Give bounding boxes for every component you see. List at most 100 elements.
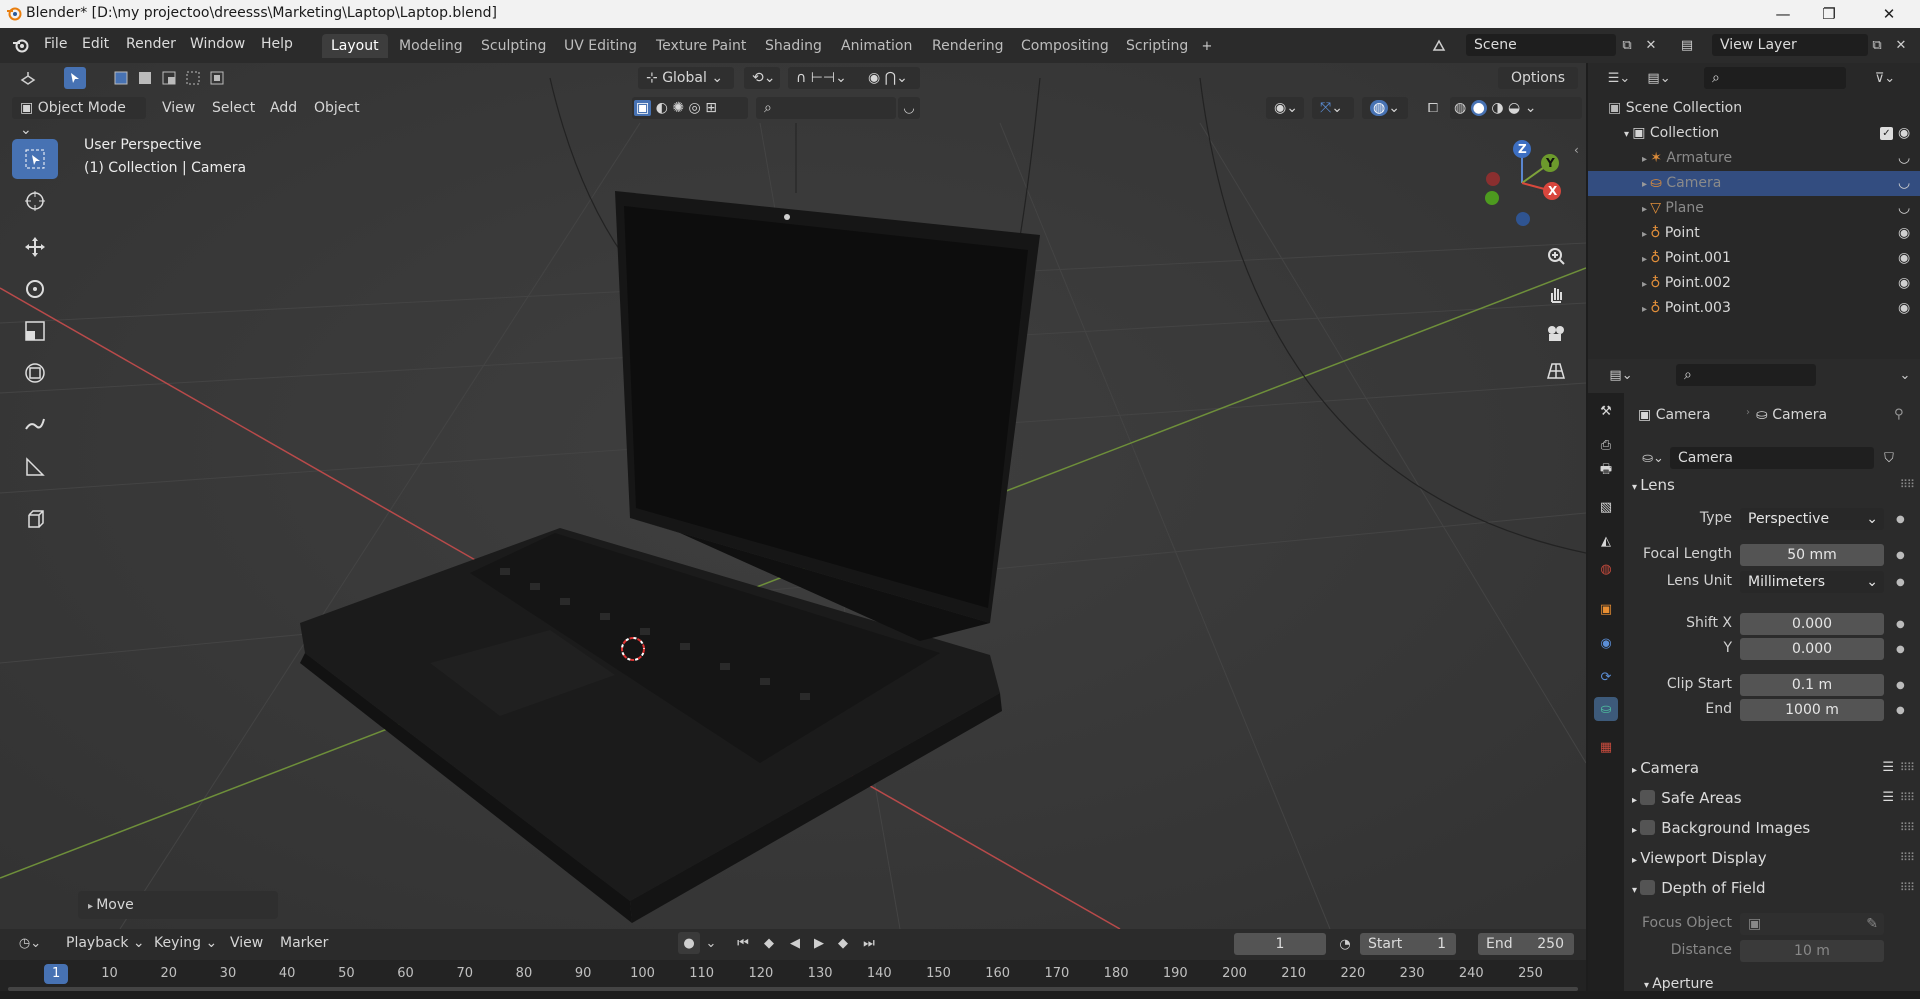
animate-property-icon[interactable]: ● (1896, 577, 1905, 588)
shift-y-field[interactable]: 0.000 (1740, 638, 1884, 660)
outliner-collection[interactable]: ▾ ▣ Collection ✓ ◉ (1588, 121, 1920, 146)
perspective-toggle-icon[interactable] (1540, 354, 1572, 386)
render-tab-icon[interactable]: ⎙ (1594, 433, 1618, 457)
timeline-scrollbar[interactable] (8, 987, 1578, 991)
properties-options-icon[interactable]: ⌄ (1894, 364, 1916, 386)
delete-view-layer-icon[interactable]: ✕ (1890, 34, 1912, 56)
menu-help[interactable]: Help (261, 36, 293, 52)
eye-icon[interactable]: ◉ (1898, 221, 1910, 246)
camera-data-tab-icon[interactable]: ⛀ (1594, 697, 1618, 721)
focus-object-field[interactable]: ▣ ✎ (1740, 913, 1884, 935)
mesh-filter-icon[interactable]: ▣ (634, 100, 652, 116)
eyedropper-icon[interactable]: ✎ (1866, 913, 1878, 935)
chevron-down-icon[interactable]: ⌄ (1525, 100, 1537, 116)
eye-closed-icon[interactable]: ◡ (1898, 171, 1910, 196)
outliner-row[interactable]: ▸ ✶ Armature ◡ (1588, 146, 1920, 171)
viewport-menu-add[interactable]: Add (262, 97, 305, 119)
lens-unit-dropdown[interactable]: Millimeters ⌄ (1740, 571, 1884, 593)
shift-x-field[interactable]: 0.000 (1740, 613, 1884, 635)
gizmo-dropdown[interactable]: ⤧⌄ (1312, 97, 1354, 119)
record-keyframe-icon[interactable]: ● (678, 932, 700, 954)
tool-tab-icon[interactable]: ⚒ (1594, 399, 1618, 423)
depth-of-field-checkbox[interactable] (1640, 880, 1656, 895)
expand-arrow-icon[interactable]: ▾ (1624, 129, 1632, 140)
drag-handle-icon[interactable]: ⠿⠿ (1900, 875, 1915, 901)
eye-icon[interactable]: ◉ (1898, 271, 1910, 296)
animate-property-icon[interactable]: ● (1896, 705, 1905, 716)
scene-name-field[interactable]: Scene (1466, 34, 1616, 56)
select-intersect-icon[interactable] (206, 67, 228, 89)
add-workspace-icon[interactable]: + (1196, 35, 1218, 57)
tab-compositing[interactable]: Compositing (1012, 34, 1118, 58)
options-dropdown[interactable]: Options (1498, 67, 1578, 89)
proportional-editing-icon[interactable]: ◉ (868, 70, 880, 86)
camera-filter-icon[interactable]: ◎ (689, 100, 701, 116)
annotate-tool[interactable] (12, 403, 58, 443)
outliner-row[interactable]: ▸ ♁ Point ◉ (1588, 221, 1920, 246)
jump-prev-keyframe-icon[interactable]: ◆ (758, 932, 780, 954)
outliner-row[interactable]: ▸ ⛀ Camera ◡ (1588, 171, 1920, 196)
timeline-menu-playback[interactable]: Playback ⌄ (58, 932, 153, 954)
expand-arrow-icon[interactable]: ▸ (1642, 279, 1650, 290)
fake-user-shield-icon[interactable]: ⛉ (1878, 447, 1900, 469)
close-window-button[interactable]: ✕ (1866, 0, 1912, 28)
pivot-point-dropdown[interactable]: ⟲⌄ (744, 67, 780, 89)
menu-window[interactable]: Window (190, 36, 245, 52)
frame-end-field[interactable]: End 250 (1478, 933, 1574, 955)
outliner-scene-collection[interactable]: ▣ Scene Collection (1588, 96, 1920, 121)
timeline-editor-type-icon[interactable]: ◷⌄ (12, 932, 48, 954)
drag-handle-icon[interactable]: ⠿⠿ (1900, 815, 1915, 841)
viewport-menu-object[interactable]: Object (306, 97, 368, 119)
expand-arrow-icon[interactable]: ▸ (1642, 304, 1650, 315)
auto-keying-dropdown-icon[interactable]: ⌄ (700, 932, 722, 954)
collection-include-checkbox[interactable]: ✓ (1880, 127, 1893, 140)
tab-rendering[interactable]: Rendering (923, 34, 1013, 58)
wireframe-shading-icon[interactable]: ◍ (1454, 100, 1466, 116)
output-tab-icon[interactable]: 🖶 (1594, 459, 1618, 483)
frame-start-field[interactable]: Start 1 (1360, 933, 1456, 955)
new-view-layer-icon[interactable]: ⧉ (1866, 34, 1888, 56)
properties-editor-type-icon[interactable]: ▤⌄ (1604, 364, 1638, 386)
animate-property-icon[interactable]: ● (1896, 514, 1905, 525)
last-operator-panel[interactable]: ▸ Move (78, 891, 278, 919)
viewport-display-section-header[interactable]: ▸ Viewport Display ⠿⠿ (1624, 845, 1920, 871)
eye-icon[interactable]: ◉ (1898, 296, 1910, 321)
constraints-tab-icon[interactable]: ⟳ (1594, 665, 1618, 689)
proportional-editing-controls[interactable]: ◉ ⋂⌄ (860, 67, 920, 89)
material-shading-icon[interactable]: ◑ (1491, 100, 1503, 116)
focal-length-field[interactable]: 50 mm (1740, 544, 1884, 566)
drag-handle-icon[interactable]: ⠿⠿ (1900, 755, 1915, 781)
select-box-tool[interactable] (12, 139, 58, 179)
eye-closed-icon[interactable]: ◡ (1898, 196, 1910, 221)
curve-filter-icon[interactable]: ◐ (656, 100, 668, 116)
tab-sculpting[interactable]: Sculpting (472, 34, 555, 58)
preview-range-stopwatch-icon[interactable]: ◔ (1334, 933, 1356, 955)
expand-arrow-icon[interactable]: ▸ (1642, 154, 1650, 165)
background-images-checkbox[interactable] (1640, 820, 1656, 835)
presets-list-icon[interactable]: ☰ (1882, 785, 1894, 811)
menu-file[interactable]: File (44, 36, 67, 52)
zoom-icon[interactable] (1540, 240, 1572, 272)
timeline-menu-marker[interactable]: Marker (272, 932, 336, 954)
animate-property-icon[interactable]: ● (1896, 680, 1905, 691)
outliner-row[interactable]: ▸ ♁ Point.003 ◉ (1588, 296, 1920, 321)
lens-type-dropdown[interactable]: Perspective ⌄ (1740, 508, 1884, 530)
select-subtract-icon[interactable] (158, 67, 180, 89)
display-mode-icon[interactable]: ▤⌄ (1642, 67, 1676, 89)
blender-menu-icon[interactable] (12, 36, 30, 54)
outliner-filter-icon[interactable]: ⊽⌄ (1868, 67, 1902, 89)
animate-property-icon[interactable]: ● (1896, 644, 1905, 655)
expand-arrow-icon[interactable]: ▸ (1642, 179, 1650, 190)
viewport-search-field[interactable]: ⌕ (756, 97, 896, 119)
jump-end-icon[interactable]: ⏭ (858, 932, 880, 954)
outliner-search-field[interactable]: ⌕ (1704, 67, 1846, 89)
transform-tool[interactable] (12, 353, 58, 393)
object-tab-icon[interactable]: ▣ (1594, 597, 1618, 621)
xray-toggle-icon[interactable]: ⧠ (1422, 97, 1444, 119)
delete-scene-icon[interactable]: ✕ (1640, 34, 1662, 56)
animate-property-icon[interactable]: ● (1896, 619, 1905, 630)
rotate-tool[interactable] (12, 269, 58, 309)
outliner-row[interactable]: ▸ ♁ Point.001 ◉ (1588, 246, 1920, 271)
measure-tool[interactable] (12, 447, 58, 487)
animate-property-icon[interactable]: ● (1896, 550, 1905, 561)
